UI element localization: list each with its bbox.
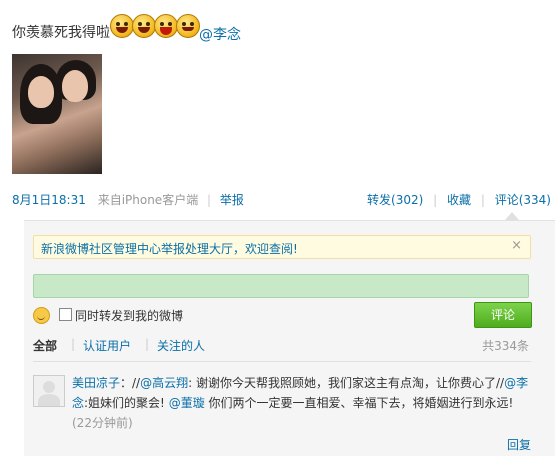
actions-divider: | xyxy=(480,193,485,207)
filter-following-tab[interactable]: 关注的人 xyxy=(157,337,205,354)
filter-divider: | xyxy=(71,337,76,351)
post-meta: 8月1日18:31 来自iPhone客户端 | 举报 xyxy=(12,191,244,208)
comment-panel-caret xyxy=(505,212,519,220)
emoji-picker-icon[interactable] xyxy=(33,307,50,324)
close-icon[interactable]: × xyxy=(511,238,522,253)
report-link[interactable]: 举报 xyxy=(220,193,244,207)
comment-text: :姐妹们的聚会! xyxy=(84,396,165,410)
notice-link[interactable]: 新浪微博社区管理中心举报处理大厅，欢迎查阅! xyxy=(41,240,298,257)
comment-text: 你们两个一定要一直相爱、幸福下去，将婚姻进行到永远! xyxy=(204,396,514,410)
divider xyxy=(33,361,531,362)
meta-divider: | xyxy=(207,193,212,207)
comment-time: (22分钟前) xyxy=(72,416,133,430)
smile-emoji-icon xyxy=(176,14,200,38)
post-source: 来自iPhone客户端 xyxy=(97,193,199,207)
forward-link[interactable]: 转发(302) xyxy=(367,193,423,207)
comment-count: 共334条 xyxy=(482,339,529,353)
comment-panel: 新浪微博社区管理中心举报处理大厅，欢迎查阅! × 同时转发到我的微博 评论 全部… xyxy=(24,220,555,456)
filter-divider: | xyxy=(145,337,150,351)
post-mention-link[interactable]: @李念 xyxy=(199,24,241,44)
favorite-link[interactable]: 收藏 xyxy=(447,193,471,207)
filter-all-tab[interactable]: 全部 xyxy=(33,337,57,354)
comment-text: : 谢谢你今天帮我照顾她，我们家这主有点淘，让你费心了// xyxy=(188,376,505,390)
comment-item: 美田凉子：//@高云翔: 谢谢你今天帮我照顾她，我们家这主有点淘，让你费心了//… xyxy=(72,373,532,433)
post-date-link[interactable]: 8月1日18:31 xyxy=(12,193,86,207)
submit-comment-button[interactable]: 评论 xyxy=(474,302,532,328)
reply-link[interactable]: 回复 xyxy=(507,436,531,453)
comment-mention-link[interactable]: @董璇 xyxy=(169,396,205,410)
comment-link[interactable]: 评论(334) xyxy=(495,193,551,207)
filter-verified-tab[interactable]: 认证用户 xyxy=(83,337,131,354)
actions-divider: | xyxy=(433,193,438,207)
comment-prefix: ：// xyxy=(120,376,141,390)
comment-input[interactable] xyxy=(33,274,529,298)
laugh-emoji-icon xyxy=(132,14,156,38)
comment-filter-bar: 全部 | 认证用户 | 关注的人 共334条 xyxy=(33,337,531,357)
forward-checkbox[interactable] xyxy=(59,308,72,321)
forward-checkbox-label[interactable]: 同时转发到我的微博 xyxy=(75,307,183,324)
notice-bar: 新浪微博社区管理中心举报处理大厅，欢迎查阅! × xyxy=(33,235,531,259)
avatar[interactable] xyxy=(33,375,65,407)
big-mouth-emoji-icon xyxy=(154,14,178,38)
post-actions: 转发(302) | 收藏 | 评论(334) xyxy=(367,191,551,208)
comment-author-link[interactable]: 美田凉子 xyxy=(72,376,120,390)
comment-mention-link[interactable]: @高云翔 xyxy=(140,376,188,390)
post-text: 你羡慕死我得啦 xyxy=(12,25,110,41)
grin-emoji-icon xyxy=(110,14,134,38)
post-photo[interactable] xyxy=(12,54,102,174)
